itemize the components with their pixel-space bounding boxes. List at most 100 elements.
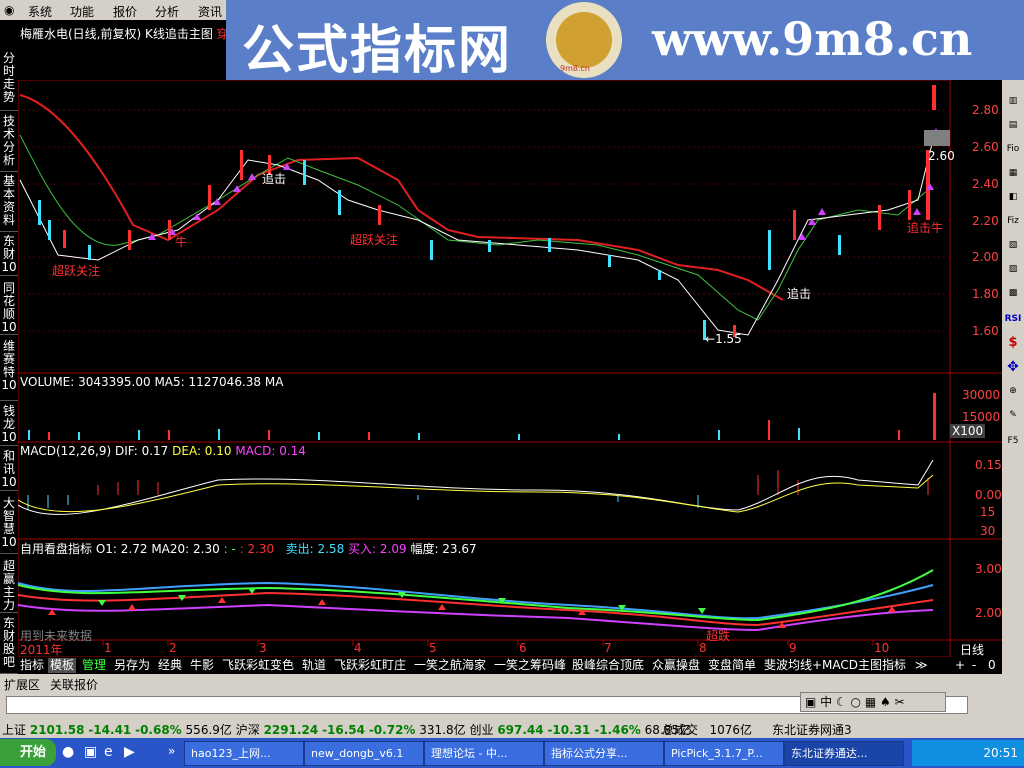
side-tab-timeshare[interactable]: 分时走势 (0, 52, 18, 111)
tab-indicator[interactable]: 指标 (18, 658, 46, 673)
system-tray: 20:51 (912, 740, 1024, 766)
candle-icon[interactable]: ▥ (1004, 92, 1022, 110)
side-tab-hexun[interactable]: 和讯10 (0, 450, 18, 491)
tab-biangpan[interactable]: 变盘简单 (706, 658, 758, 673)
tab-feiyue-zhuang[interactable]: 飞跃彩虹盯庄 (332, 658, 408, 673)
tabs-scroll-icon[interactable]: ≫ (913, 658, 930, 673)
menu-analysis[interactable]: 分析 (155, 3, 179, 20)
side-tab-chaoying[interactable]: 超赢主力 (0, 560, 18, 613)
task-hao123[interactable]: hao123_上网... (184, 741, 304, 766)
banner-title: 公式指标网 (242, 21, 513, 81)
price-axis-0: 2.80 (972, 103, 999, 117)
price-axis-6: 1.60 (972, 324, 999, 338)
tab-zhongying[interactable]: 众赢操盘 (650, 658, 702, 673)
custom-axis-1: 2.00 (975, 606, 1002, 620)
pen-icon[interactable]: ✎ (1004, 406, 1022, 424)
side-tab-weisaite[interactable]: 维赛特10 (0, 340, 18, 401)
ime-toolbar[interactable]: ▣ 中 ☾ ○ ▦ ♠ ✂ (800, 692, 946, 712)
tab-chips[interactable]: 一笑之筹码峰 (492, 658, 568, 673)
side-tab-qianlong[interactable]: 钱龙10 (0, 405, 18, 446)
side-tab-dongcai[interactable]: 东财10 (0, 235, 18, 276)
grid-icon[interactable]: ▩ (1004, 284, 1022, 302)
time-axis-8: 8 (699, 641, 707, 655)
time-axis-10: 10 (874, 641, 890, 655)
tab-navigator[interactable]: 一笑之航海家 (412, 658, 488, 673)
side-tab-guba[interactable]: 东财股吧 (0, 617, 18, 674)
period-label[interactable]: 日线 (960, 641, 984, 658)
chart-icon[interactable]: ▨ (1004, 260, 1022, 278)
zhuiji-label-1: 追击 (262, 172, 287, 186)
clock[interactable]: 20:51 (983, 746, 1018, 760)
volume-unit: X100 (950, 424, 986, 438)
last-price-annotation: 2.60 (928, 149, 955, 163)
tab-niuying[interactable]: 牛影 (188, 658, 216, 673)
time-axis-year: 2011年 (20, 643, 63, 657)
time-axis-7: 7 (604, 641, 612, 655)
stat-icon[interactable]: ▧ (1004, 236, 1022, 254)
tab-template[interactable]: 模板 (48, 658, 77, 673)
menu-quotes[interactable]: 报价 (113, 3, 137, 20)
tab-fibonacci[interactable]: 斐波均线+MACD主图指标 (762, 658, 908, 673)
macd-axis-1: 0.00 (975, 488, 1002, 502)
task-lixiang[interactable]: 理想论坛 - 中... (424, 741, 544, 766)
task-dongbei[interactable]: 东北证券通达... (784, 741, 904, 766)
niu-label: 牛 (175, 235, 188, 249)
side-tab-technical[interactable]: 技术分析 (0, 115, 18, 172)
volume-axis-1: 15000 (962, 410, 1001, 424)
chart-title: 梅雁水电(日线,前复权) K线追击主图 穿 (20, 27, 229, 41)
tab-track[interactable]: 轨道 (300, 658, 328, 673)
kline-chart-area[interactable] (18, 80, 1002, 657)
dollar-button[interactable]: $ (1004, 334, 1022, 352)
rsi-button[interactable]: RSI (1004, 310, 1022, 328)
ext-tab-expand[interactable]: 扩展区 (4, 676, 40, 693)
macd-axis-0: 0.15 (975, 458, 1002, 472)
zoom-in-icon[interactable]: ⊕ (1004, 382, 1022, 400)
banner-url: www.9m8.cn (652, 12, 973, 66)
chaoyue-label-2: 超跃关注 (350, 233, 399, 247)
menu-function[interactable]: 功能 (70, 3, 94, 20)
time-axis-5: 5 (429, 641, 437, 655)
app-icon[interactable]: ◉ (4, 3, 14, 17)
task-picpick[interactable]: PicPick_3.1.7_P... (664, 741, 784, 766)
macd-axis-2: 15 (980, 505, 996, 519)
fiz-button[interactable]: Fiz (1004, 212, 1022, 230)
indicator-tab-bar: 指标 模板 管理 另存为 经典 牛影 飞跃彩虹变色 轨道 飞跃彩虹盯庄 一笑之航… (18, 657, 1002, 674)
menu-system[interactable]: 系统 (28, 3, 52, 20)
quicklaunch-qq-icon[interactable]: ● (62, 744, 74, 760)
zero-tab-icon[interactable]: 0 (986, 658, 998, 673)
move-icon[interactable]: ✥ (1004, 358, 1022, 376)
bar-icon[interactable]: ▤ (1004, 116, 1022, 134)
fio-button[interactable]: Fio (1004, 140, 1022, 158)
tab-saveas[interactable]: 另存为 (112, 658, 152, 673)
price-axis-5: 1.80 (972, 287, 999, 301)
ext-tab-related[interactable]: 关联报价 (50, 676, 98, 693)
side-tab-fundamental[interactable]: 基本资料 (0, 175, 18, 232)
side-tab-tonghuashun[interactable]: 同花顺10 (0, 282, 18, 335)
add-tab-icon[interactable]: + (953, 658, 967, 673)
tab-classic[interactable]: 经典 (156, 658, 184, 673)
remove-tab-icon[interactable]: - (970, 658, 978, 673)
task-zhibiao[interactable]: 指标公式分享... (544, 741, 664, 766)
time-axis-2: 2 (169, 641, 177, 655)
side-tab-dazhihui[interactable]: 大智慧10 (0, 497, 18, 554)
banner-logo: 9m8.cn (546, 2, 622, 78)
f5-button[interactable]: F5 (1004, 432, 1022, 450)
price-axis-4: 2.00 (972, 250, 999, 264)
quicklaunch-media-icon[interactable]: ▶ (124, 744, 135, 760)
tab-peak[interactable]: 股峰综合顶底 (570, 658, 646, 673)
start-button[interactable]: 开始 (0, 739, 56, 766)
macd-axis-3: 30 (980, 524, 996, 538)
chaoyue-label-1: 超跃关注 (52, 264, 101, 278)
tab-manage[interactable]: 管理 (80, 658, 108, 673)
quicklaunch-ie-icon[interactable]: e (104, 744, 113, 760)
task-newdongb[interactable]: new_dongb_v6.1 (304, 741, 424, 766)
tab-feiyue-rainbow[interactable]: 飞跃彩虹变色 (220, 658, 296, 673)
menu-info[interactable]: 资讯 (198, 3, 222, 20)
pattern-icon[interactable]: ◧ (1004, 188, 1022, 206)
extension-bar: 扩展区 关联报价 (0, 674, 1024, 692)
quicklaunch-desktop-icon[interactable]: ▣ (84, 744, 97, 760)
taskbar-expand-icon[interactable]: » (168, 744, 175, 758)
windows-taskbar: 开始 ● ▣ e ▶ » hao123_上网... new_dongb_v6.1… (0, 738, 1024, 768)
time-axis-9: 9 (789, 641, 797, 655)
indicator-icon[interactable]: ▦ (1004, 164, 1022, 182)
